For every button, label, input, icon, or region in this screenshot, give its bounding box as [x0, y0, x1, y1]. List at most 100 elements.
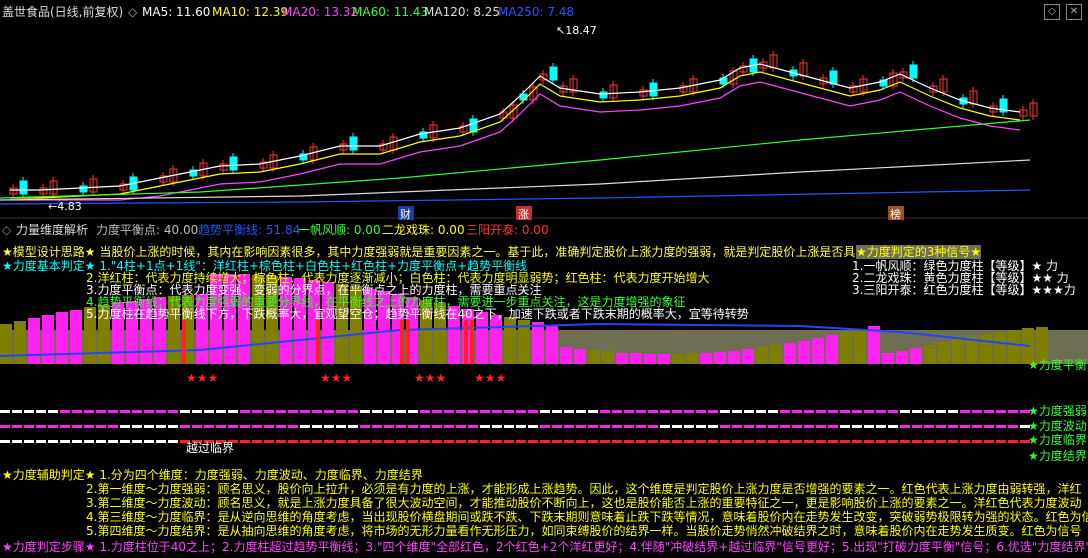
dimension-dash [60, 440, 70, 443]
dimension-dash [60, 410, 70, 413]
dimension-dash [12, 440, 22, 443]
dimension-dash [624, 440, 634, 443]
dimension-dash [624, 410, 634, 413]
dimension-dash [156, 440, 166, 443]
dimension-dash [936, 410, 946, 413]
dimension-dash [72, 410, 82, 413]
dimension-dash [876, 440, 886, 443]
dimension-dash [432, 410, 442, 413]
label-wave: ★力度波动 [1028, 419, 1087, 433]
dimension-dash [900, 410, 910, 413]
dimension-dash [480, 440, 490, 443]
dimension-dash [660, 425, 670, 428]
dimension-dash [996, 440, 1006, 443]
dimension-dash [804, 425, 814, 428]
dimension-dash [792, 440, 802, 443]
dimension-dash [144, 410, 154, 413]
stars-3: ★★★ [414, 371, 447, 385]
dimension-dash [924, 410, 934, 413]
dimension-dash [888, 440, 898, 443]
force-bar [826, 335, 838, 364]
indicator-title[interactable]: 力量维度解析 [16, 220, 88, 240]
dimension-dash [492, 425, 502, 428]
dimension-dash [252, 410, 262, 413]
candle [599, 91, 608, 99]
dimension-dash [744, 425, 754, 428]
signal-bar [464, 320, 468, 364]
dimension-dash [1008, 425, 1018, 428]
dimension-dash [528, 440, 538, 443]
dimension-dash [912, 440, 922, 443]
dimension-dash [360, 425, 370, 428]
dimension-dash [948, 425, 958, 428]
balance-point-label: 力度平衡点: 40.00 [96, 223, 199, 237]
dimension-dash [576, 440, 586, 443]
signal-title: ★力度判定的3种信号★ [856, 245, 982, 259]
price-chart[interactable]: ↖18.47 ←4.83 财 涨 榜 [0, 0, 1088, 220]
dimension-dash [276, 425, 286, 428]
dimension-dash [192, 410, 202, 413]
dimension-dash [696, 440, 706, 443]
dimension-dash [768, 440, 778, 443]
dimension-dash [840, 410, 850, 413]
dimension-dash [144, 425, 154, 428]
dimension-dash [660, 410, 670, 413]
dimension-dash [912, 410, 922, 413]
dimension-dash [1008, 410, 1018, 413]
dimension-dash [84, 440, 94, 443]
label-strong: ★力度强弱 [1028, 404, 1087, 418]
dimension-dash [384, 440, 394, 443]
dimension-dash [780, 425, 790, 428]
force-bar [686, 353, 698, 364]
dimension-dash [708, 425, 718, 428]
dimension-dash [576, 425, 586, 428]
dimension-dash [912, 425, 922, 428]
dimension-dash [264, 410, 274, 413]
dimension-dash [948, 410, 958, 413]
dimension-dash [24, 425, 34, 428]
dimension-dash [804, 440, 814, 443]
dimension-dash [336, 440, 346, 443]
dimension-dash [288, 425, 298, 428]
dimension-dash [456, 440, 466, 443]
trend-line-label: 趋势平衡线: 51.84 [198, 223, 301, 237]
dimension-dash [924, 440, 934, 443]
dimension-dash [132, 410, 142, 413]
dimension-dash [732, 410, 742, 413]
force-bar [980, 334, 992, 364]
dimension-dash [792, 410, 802, 413]
dimension-dash [696, 410, 706, 413]
dimension-dash [84, 410, 94, 413]
dimension-dash [444, 410, 454, 413]
force-bar [560, 347, 572, 364]
force-bar [700, 353, 712, 364]
dimension-dash [468, 425, 478, 428]
force-bar [854, 329, 866, 364]
force-bar [42, 315, 54, 364]
indicator-panel[interactable]: ★模型设计思路★ 当股价上涨的时候，其内在影响因素很多，其中力度强弱就是重要因素… [0, 240, 1088, 558]
dimension-dash [600, 425, 610, 428]
dimension-dash [864, 425, 874, 428]
dimension-dash [816, 410, 826, 413]
collapse-icon[interactable]: ◇ [2, 220, 11, 240]
dimension-dash [696, 425, 706, 428]
dimension-dash [552, 425, 562, 428]
force-bar [728, 351, 740, 364]
force-bar [546, 325, 558, 364]
dimension-dash [960, 440, 970, 443]
dimension-dash [852, 425, 862, 428]
dimension-dash [828, 410, 838, 413]
dimension-dash [900, 440, 910, 443]
dimension-dash [48, 425, 58, 428]
dimension-dash [984, 425, 994, 428]
dimension-dash [636, 410, 646, 413]
dimension-dash [456, 410, 466, 413]
dimension-dash [204, 410, 214, 413]
dimension-dash [984, 410, 994, 413]
dimension-dash [180, 410, 190, 413]
force-bar [504, 317, 516, 364]
dimension-dash [36, 440, 46, 443]
dimension-dash [672, 425, 682, 428]
signal1-label: 一帆风顺: 0.00 [298, 223, 381, 237]
dimension-dash [564, 410, 574, 413]
